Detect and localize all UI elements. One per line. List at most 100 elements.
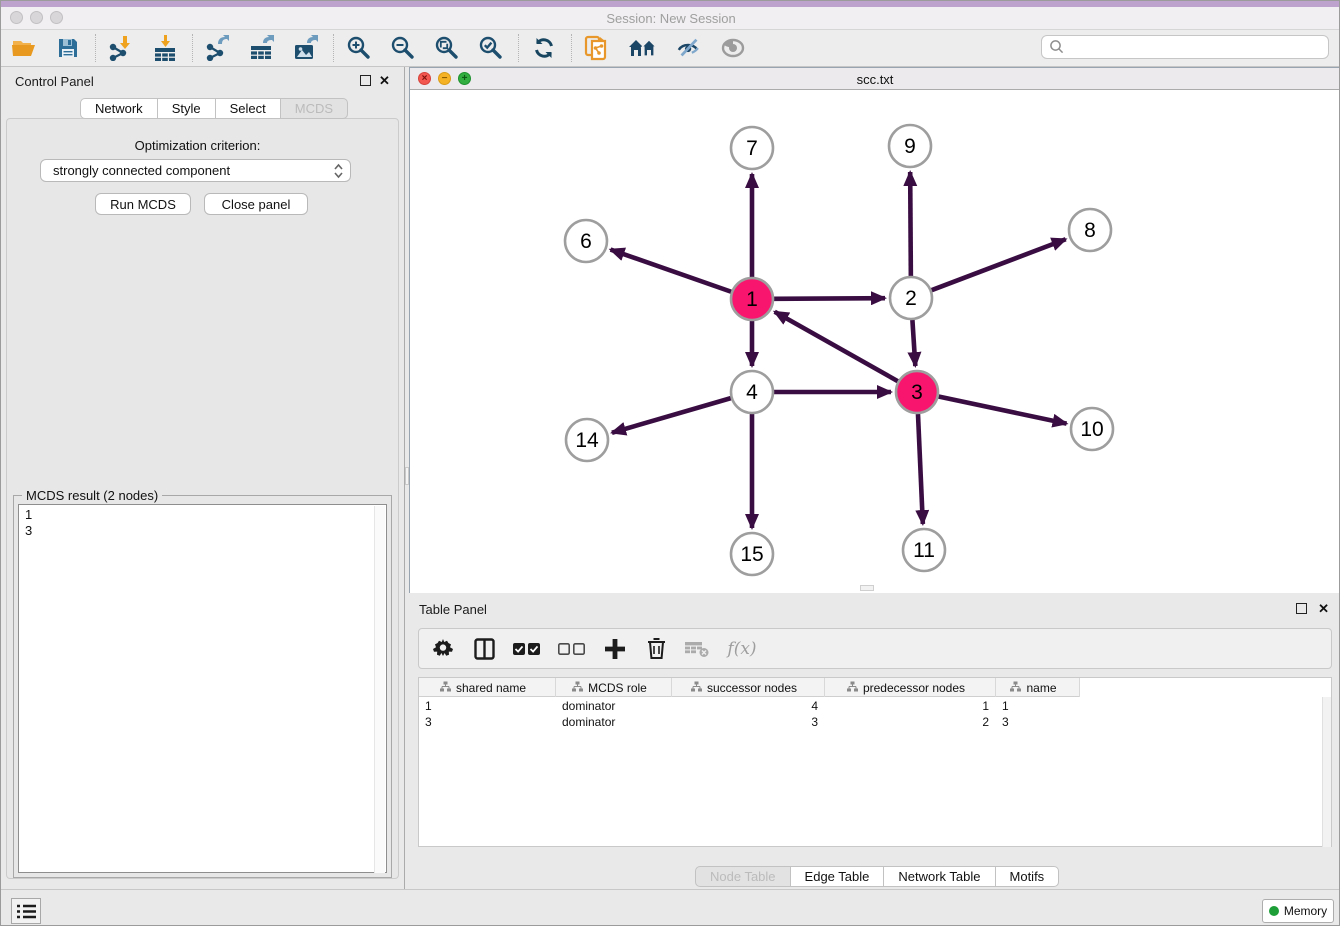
table-panel-close-icon[interactable]: ✕ (1318, 603, 1329, 614)
table-cell[interactable]: 3 (419, 714, 556, 730)
column-label: successor nodes (707, 681, 797, 695)
duplicate-network-icon[interactable] (584, 35, 610, 61)
node-label-7: 7 (746, 137, 758, 160)
table-cell[interactable]: dominator (556, 714, 672, 730)
network-graph[interactable]: 7968124314101511 (410, 90, 1340, 593)
result-scrollbar[interactable] (374, 506, 385, 873)
column-visibility-icon[interactable] (472, 637, 496, 661)
delete-table-icon (685, 637, 709, 661)
list-icon (17, 904, 36, 919)
toolbar-separator (333, 34, 334, 62)
edge-3-11[interactable] (918, 414, 923, 524)
node-label-8: 8 (1084, 219, 1096, 242)
deselect-all-checkboxes-icon[interactable] (558, 637, 586, 661)
tab-style[interactable]: Style (157, 98, 216, 119)
first-neighbors-icon[interactable] (628, 35, 658, 61)
table-cell[interactable]: 3 (672, 714, 825, 730)
column-header-name[interactable]: name (996, 678, 1080, 697)
table-cell[interactable]: 2 (825, 714, 996, 730)
column-header-MCDS-role[interactable]: MCDS role (556, 678, 672, 697)
close-panel-button[interactable]: Close panel (204, 193, 308, 215)
memory-button[interactable]: Memory (1262, 899, 1334, 923)
table-panel-float-icon[interactable] (1296, 603, 1307, 614)
edge-2-9[interactable] (910, 172, 911, 276)
refresh-icon[interactable] (531, 35, 557, 61)
table-cell[interactable]: 3 (996, 714, 1080, 730)
table-cell[interactable]: dominator (556, 698, 672, 714)
table-panel-tabs: Node TableEdge TableNetwork TableMotifs (695, 866, 1059, 887)
export-network-icon[interactable] (205, 35, 231, 61)
control-panel-close-icon[interactable]: ✕ (379, 75, 390, 86)
zoom-selected-icon[interactable] (478, 35, 504, 61)
save-session-icon[interactable] (55, 35, 81, 61)
task-history-button[interactable] (11, 898, 41, 924)
zoom-fit-icon[interactable] (434, 35, 460, 61)
hide-selected-icon[interactable] (676, 35, 702, 61)
zoom-in-icon[interactable] (346, 35, 372, 61)
status-bar: Memory (1, 889, 1340, 926)
table-row[interactable]: 3dominator323 (419, 714, 1080, 730)
edge-3-1[interactable] (775, 312, 898, 381)
tab-network-table[interactable]: Network Table (883, 866, 995, 887)
column-label: MCDS role (588, 681, 647, 695)
criterion-dropdown[interactable]: strongly connected component (40, 159, 351, 182)
import-network-icon[interactable] (108, 35, 134, 61)
canvas-hscroll-thumb[interactable] (860, 585, 874, 591)
settings-gear-icon[interactable] (431, 637, 455, 661)
table-cell[interactable]: 1 (996, 698, 1080, 714)
delete-column-icon[interactable] (644, 637, 668, 661)
tab-edge-table[interactable]: Edge Table (790, 866, 885, 887)
memory-status-icon (1269, 906, 1279, 916)
network-view-window: × − + scc.txt 7968124314101511 (409, 67, 1340, 593)
table-cell[interactable]: 1 (825, 698, 996, 714)
node-label-2: 2 (905, 287, 917, 310)
table-panel: Table Panel ✕ f(x) (409, 598, 1340, 889)
node-table[interactable]: shared name MCDS role successor nodes prede… (418, 677, 1332, 847)
column-sort-icon (448, 681, 451, 695)
search-box[interactable] (1041, 35, 1329, 59)
network-canvas[interactable]: 7968124314101511 (410, 90, 1340, 593)
network-window-titlebar: × − + scc.txt (410, 68, 1340, 90)
tab-motifs[interactable]: Motifs (995, 866, 1060, 887)
edge-2-3[interactable] (912, 320, 915, 366)
tab-node-table[interactable]: Node Table (695, 866, 791, 887)
column-header-predecessor-nodes[interactable]: predecessor nodes (825, 678, 996, 697)
toolbar-separator (571, 34, 572, 62)
edge-1-6[interactable] (611, 250, 732, 292)
chevron-up-down-icon (333, 163, 344, 179)
select-all-checkboxes-icon[interactable] (513, 637, 541, 661)
export-image-icon[interactable] (293, 35, 319, 61)
column-header-shared-name[interactable]: shared name (419, 678, 556, 697)
column-label: shared name (456, 681, 526, 695)
table-scrollbar[interactable] (1322, 697, 1331, 847)
edge-3-10[interactable] (939, 397, 1067, 424)
edge-4-14[interactable] (612, 398, 731, 433)
control-panel-float-icon[interactable] (360, 75, 371, 86)
memory-label: Memory (1284, 904, 1327, 918)
mcds-result-text[interactable]: 13 (18, 504, 387, 873)
import-table-icon[interactable] (152, 35, 178, 61)
table-row[interactable]: 1dominator411 (419, 698, 1080, 714)
control-panel-title: Control Panel (15, 74, 94, 89)
tab-network[interactable]: Network (80, 98, 158, 119)
edge-1-2[interactable] (774, 298, 885, 299)
edge-2-8[interactable] (932, 239, 1066, 290)
add-column-icon[interactable] (603, 637, 627, 661)
column-header-successor-nodes[interactable]: successor nodes (672, 678, 825, 697)
column-sort-icon (1018, 681, 1021, 695)
zoom-out-icon[interactable] (390, 35, 416, 61)
table-cell[interactable]: 1 (419, 698, 556, 714)
table-header-row: shared name MCDS role successor nodes prede… (419, 678, 1080, 697)
column-label: predecessor nodes (863, 681, 965, 695)
result-line: 1 (25, 507, 380, 523)
run-mcds-button[interactable]: Run MCDS (95, 193, 191, 215)
tab-mcds[interactable]: MCDS (280, 98, 348, 119)
open-session-icon[interactable] (11, 35, 37, 61)
export-table-icon[interactable] (249, 35, 275, 61)
show-all-icon[interactable] (720, 35, 746, 61)
column-sort-icon (855, 681, 858, 695)
application-window: Session: New Session (0, 0, 1340, 926)
table-cell[interactable]: 4 (672, 698, 825, 714)
tab-select[interactable]: Select (215, 98, 281, 119)
search-input[interactable] (1066, 37, 1328, 57)
